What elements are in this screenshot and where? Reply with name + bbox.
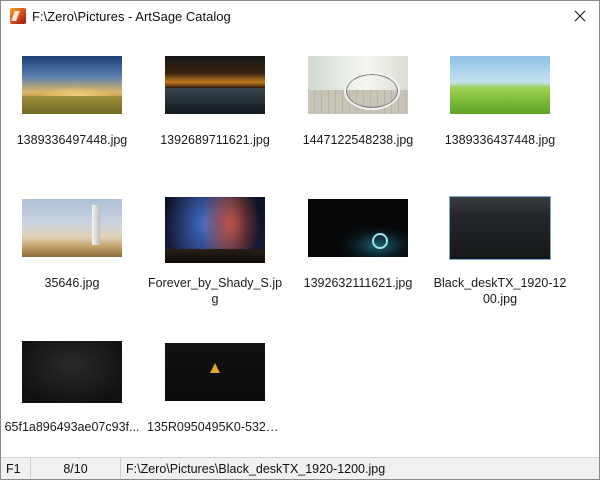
thumbnail-filename: 1447122548238.jpg	[302, 133, 414, 147]
catalog-window: F:\Zero\Pictures - ArtSage Catalog 13893…	[0, 0, 600, 480]
thumbnail-filename: 65f1a896493ae07c93f...	[4, 420, 140, 434]
thumbnail-image	[449, 196, 551, 260]
title-bar[interactable]: F:\Zero\Pictures - ArtSage Catalog	[1, 1, 599, 31]
thumbnail-item[interactable]: 1392632111621.jpg	[287, 199, 429, 291]
thumbnail-filename: 1392689711621.jpg	[160, 133, 270, 147]
thumbnail-image	[308, 56, 408, 114]
thumbnail-image	[165, 56, 265, 114]
status-item-count: 8/10	[31, 458, 121, 479]
app-logo-icon	[10, 8, 26, 24]
thumbnail-image	[165, 197, 265, 263]
thumbnail-image	[22, 56, 122, 114]
thumbnail-image	[308, 199, 408, 257]
thumbnail-item-selected[interactable]: Black_deskTX_1920-1200.jpg	[429, 196, 571, 307]
thumbnail-image	[22, 199, 122, 257]
close-icon	[574, 10, 586, 22]
thumbnail-item[interactable]: 1389336497448.jpg	[1, 56, 143, 148]
status-file-path: F:\Zero\Pictures\Black_deskTX_1920-1200.…	[126, 461, 386, 476]
close-button[interactable]	[567, 4, 593, 28]
thumbnail-item[interactable]: 65f1a896493ae07c93f...	[1, 341, 143, 435]
thumbnail-filename: 35646.jpg	[44, 276, 100, 290]
thumbnail-image	[165, 343, 265, 401]
thumbnail-item[interactable]: 35646.jpg	[1, 199, 143, 291]
thumbnail-item[interactable]: 1392689711621.jpg	[144, 56, 286, 148]
thumbnail-filename: 1389336437448.jpg	[444, 133, 556, 147]
thumbnail-grid: 1389336497448.jpg 1392689711621.jpg 1447…	[1, 31, 599, 457]
thumbnail-filename: 1389336497448.jpg	[16, 133, 128, 147]
thumbnail-item[interactable]: 135R0950495K0-5323...	[144, 343, 286, 435]
thumbnail-item[interactable]: 1447122548238.jpg	[287, 56, 429, 148]
thumbnail-item[interactable]: 1389336437448.jpg	[429, 56, 571, 148]
thumbnail-item[interactable]: Forever_by_Shady_S.jpg	[144, 197, 286, 307]
thumbnail-filename: 1392632111621.jpg	[303, 276, 413, 290]
thumbnail-filename: Black_deskTX_1920-1200.jpg	[433, 276, 567, 306]
thumbnail-filename: 135R0950495K0-5323...	[147, 420, 284, 434]
status-help-key: F1	[1, 458, 31, 479]
status-bar: F1 8/10 F:\Zero\Pictures\Black_deskTX_19…	[1, 457, 599, 479]
window-title: F:\Zero\Pictures - ArtSage Catalog	[32, 8, 231, 24]
thumbnail-filename: Forever_by_Shady_S.jpg	[147, 276, 283, 306]
thumbnail-image	[22, 341, 122, 403]
thumbnail-image	[450, 56, 550, 114]
